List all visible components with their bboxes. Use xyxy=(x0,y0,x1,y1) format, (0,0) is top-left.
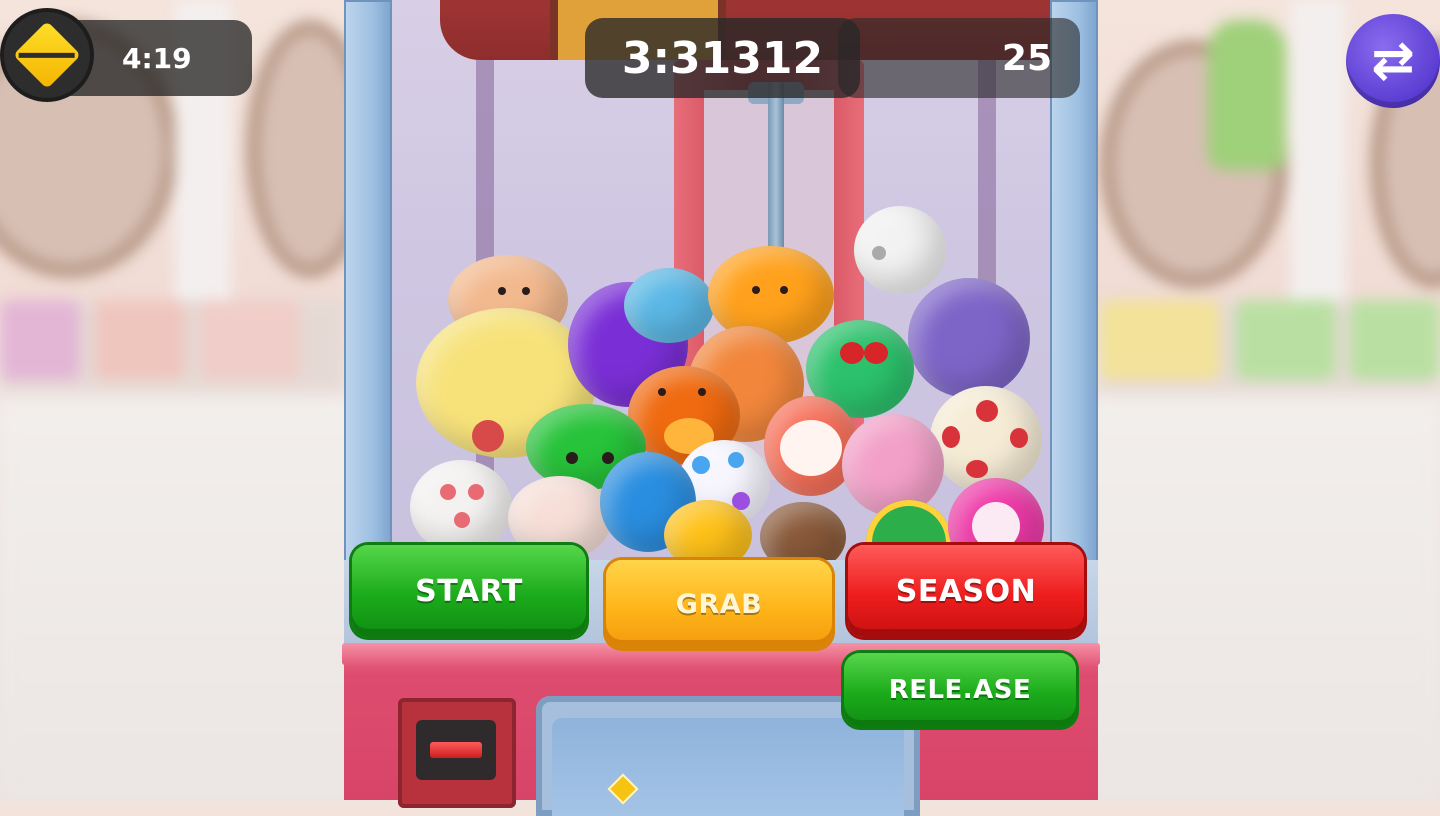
plush-white-pink-dots xyxy=(410,460,512,554)
center-timer-panel: 3:31312 xyxy=(585,18,860,98)
plush-pink-chick xyxy=(842,414,944,516)
plush-white-ball xyxy=(854,206,946,294)
plush-purple-cat xyxy=(908,278,1030,398)
grab-button[interactable]: GRAB xyxy=(606,560,832,648)
plush-blue-ball xyxy=(624,268,714,343)
season-button[interactable]: SEASON xyxy=(848,545,1084,637)
swap-button[interactable]: ⇄ xyxy=(1346,14,1440,108)
prize-count: 25 xyxy=(1001,37,1052,79)
release-button[interactable]: RELE.ASE xyxy=(844,653,1076,727)
swap-arrows-icon: ⇄ xyxy=(1371,31,1415,91)
prize-count-panel: 25 xyxy=(838,18,1080,98)
coin-slot-light xyxy=(430,742,482,758)
plush-polka-egg xyxy=(930,386,1042,492)
gold-diamond-icon xyxy=(4,12,90,98)
center-timer: 3:31312 xyxy=(621,32,824,84)
plush-brown-bear xyxy=(760,502,846,560)
left-timer: 4:19 xyxy=(122,41,192,75)
start-button[interactable]: START xyxy=(352,545,586,637)
coin-slot[interactable] xyxy=(398,698,516,808)
